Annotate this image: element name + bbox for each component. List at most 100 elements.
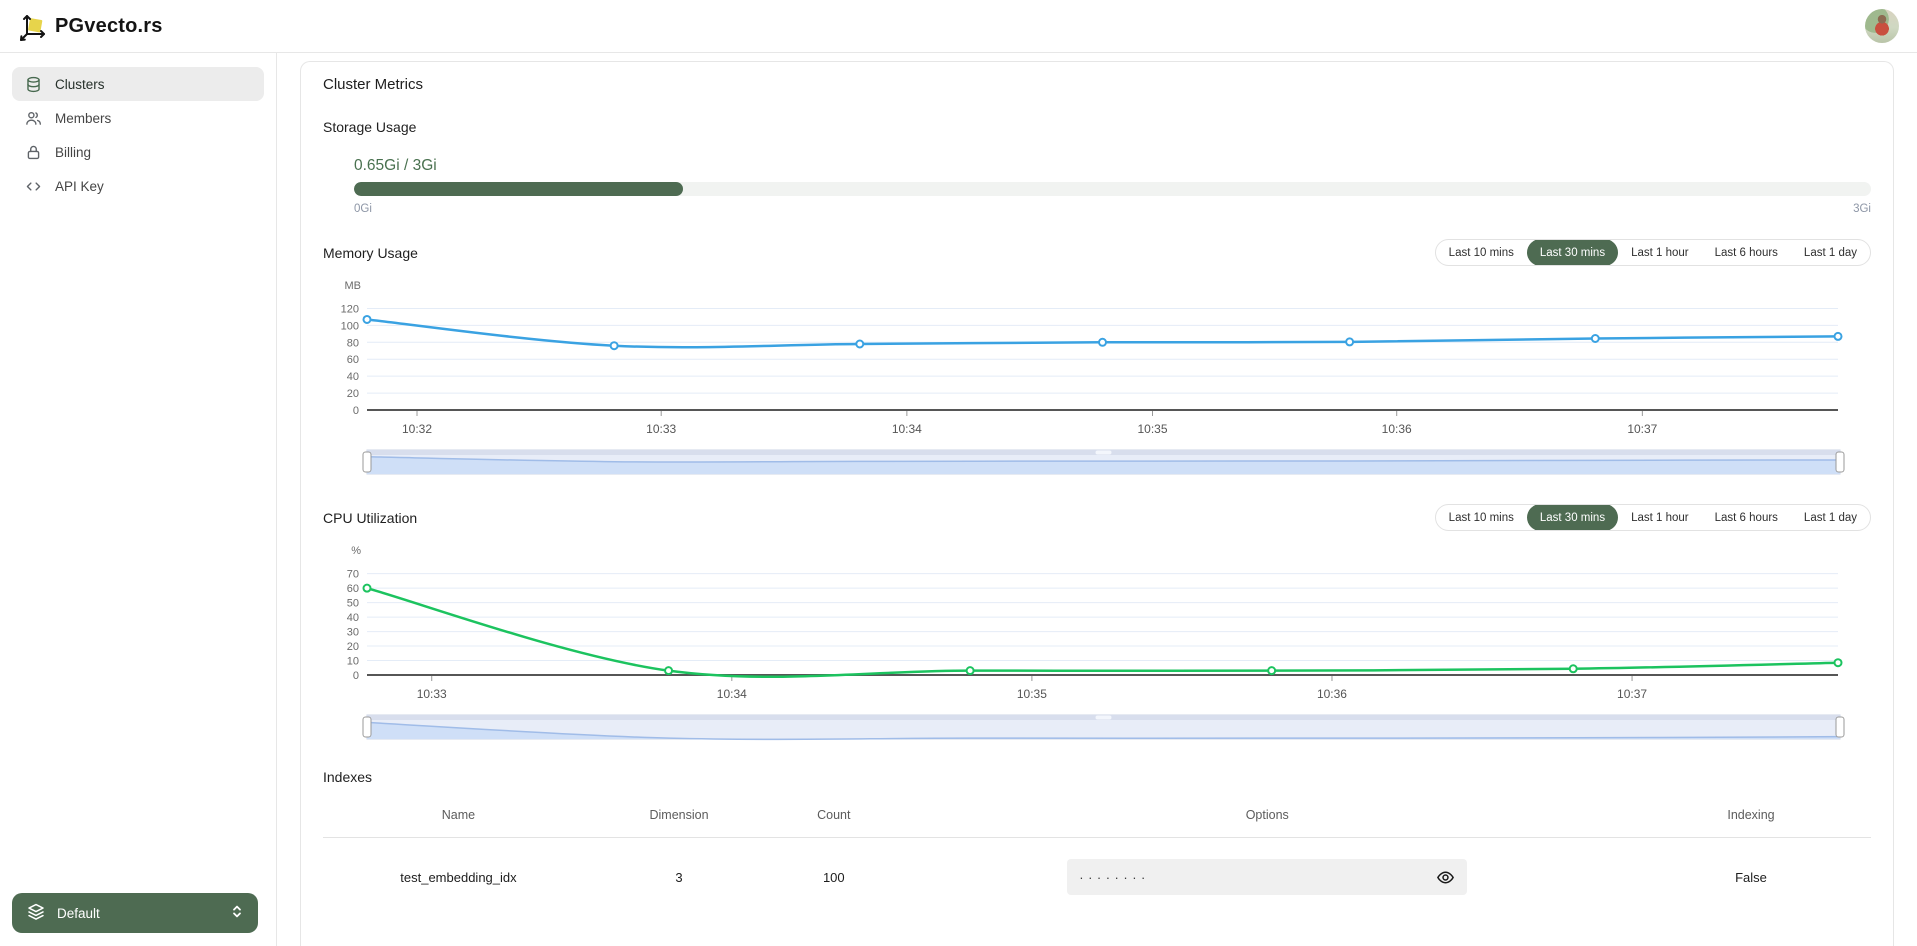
storage-range-labels: 0Gi 3Gi xyxy=(354,203,1871,215)
cpu-utilization-title: CPU Utilization xyxy=(323,510,417,526)
index-options-cell: ········ xyxy=(903,859,1631,895)
svg-text:10:33: 10:33 xyxy=(646,422,676,436)
svg-text:60: 60 xyxy=(347,583,359,595)
memory-time-range-last-1-day[interactable]: Last 1 day xyxy=(1791,239,1870,266)
memory-slider-right-handle[interactable] xyxy=(1836,452,1844,472)
user-avatar[interactable] xyxy=(1865,9,1899,43)
index-count-cell: 100 xyxy=(764,870,903,885)
workspace-switcher-button[interactable]: Default xyxy=(12,893,258,933)
memory-time-range-last-10-mins[interactable]: Last 10 mins xyxy=(1436,239,1527,266)
cpu_percent-point xyxy=(364,585,371,592)
memory-time-range-last-30-mins[interactable]: Last 30 mins xyxy=(1527,239,1618,266)
logo-text: PGvecto.rs xyxy=(55,15,163,38)
lock-icon xyxy=(25,144,42,161)
svg-text:10:35: 10:35 xyxy=(1017,687,1047,701)
column-header-indexing: Indexing xyxy=(1631,808,1871,822)
cpu-chart-svg: %01020304050607010:3310:3410:3510:3610:3… xyxy=(323,541,1842,709)
svg-text:%: % xyxy=(351,545,361,557)
cpu-zoom-slider-svg[interactable] xyxy=(323,713,1842,743)
options-masked-value: ········ xyxy=(1079,870,1436,885)
memory-time-range-last-6-hours[interactable]: Last 6 hours xyxy=(1702,239,1791,266)
cpu-time-range-group: Last 10 minsLast 30 minsLast 1 hourLast … xyxy=(1435,504,1871,531)
sidebar-nav: Clusters Members Billing API Key xyxy=(12,67,264,203)
cpu_percent-point xyxy=(967,667,974,674)
svg-text:40: 40 xyxy=(347,612,359,624)
indexes-table-body: test_embedding_idx3100········False xyxy=(323,838,1871,916)
layers-icon xyxy=(26,902,46,925)
memory_mb-point xyxy=(1346,338,1353,345)
memory-time-range-last-1-hour[interactable]: Last 1 hour xyxy=(1618,239,1702,266)
chevron-up-down-icon xyxy=(230,904,244,922)
page-title: Cluster Metrics xyxy=(323,76,1871,93)
memory-slider-left-handle[interactable] xyxy=(363,452,371,472)
svg-text:10:35: 10:35 xyxy=(1137,422,1167,436)
database-icon xyxy=(25,76,42,93)
pgvecto-cube-axes-icon xyxy=(18,10,48,42)
cpu_percent-line xyxy=(367,588,1838,677)
users-icon xyxy=(25,110,42,127)
memory-usage-title: Memory Usage xyxy=(323,245,418,261)
cpu-utilization-chart: %01020304050607010:3310:3410:3510:3610:3… xyxy=(323,541,1871,709)
sidebar: Clusters Members Billing API Key Default xyxy=(0,53,277,946)
sidebar-item-billing[interactable]: Billing xyxy=(12,135,264,169)
svg-text:100: 100 xyxy=(341,320,359,332)
sidebar-item-label: API Key xyxy=(55,179,104,194)
sidebar-item-clusters[interactable]: Clusters xyxy=(12,67,264,101)
reveal-options-button[interactable] xyxy=(1436,868,1455,887)
cpu_percent-point xyxy=(1570,665,1577,672)
memory-time-range-group: Last 10 minsLast 30 minsLast 1 hourLast … xyxy=(1435,239,1871,266)
sidebar-item-members[interactable]: Members xyxy=(12,101,264,135)
top-header: PGvecto.rs xyxy=(0,0,1917,53)
storage-max-label: 3Gi xyxy=(1853,203,1871,215)
cpu-time-range-last-10-mins[interactable]: Last 10 mins xyxy=(1436,504,1527,531)
code-icon xyxy=(25,178,42,195)
cpu-time-range-last-1-day[interactable]: Last 1 day xyxy=(1791,504,1870,531)
memory_mb-point xyxy=(856,341,863,348)
svg-text:10:36: 10:36 xyxy=(1382,422,1412,436)
memory-section-header: Memory Usage Last 10 minsLast 30 minsLas… xyxy=(323,239,1871,266)
memory-slider-drag-bar[interactable] xyxy=(1096,451,1112,455)
svg-text:0: 0 xyxy=(353,670,359,682)
svg-text:10:32: 10:32 xyxy=(402,422,432,436)
memory_mb-point xyxy=(1835,333,1842,340)
memory_mb-point xyxy=(611,342,618,349)
memory-chart-zoom-slider[interactable] xyxy=(323,448,1871,478)
svg-text:MB: MB xyxy=(345,280,362,292)
cpu-time-range-last-6-hours[interactable]: Last 6 hours xyxy=(1702,504,1791,531)
index-indexing-cell: False xyxy=(1631,870,1871,885)
cpu_percent-point xyxy=(665,667,672,674)
memory_mb-point xyxy=(1592,335,1599,342)
indexes-title: Indexes xyxy=(323,769,1871,785)
svg-text:0: 0 xyxy=(353,405,359,417)
cpu_percent-point xyxy=(1835,659,1842,666)
svg-text:10:33: 10:33 xyxy=(417,687,447,701)
svg-text:80: 80 xyxy=(347,337,359,349)
svg-text:10:36: 10:36 xyxy=(1317,687,1347,701)
cpu_percent-point xyxy=(1268,667,1275,674)
app-logo[interactable]: PGvecto.rs xyxy=(18,10,163,42)
svg-text:10:34: 10:34 xyxy=(892,422,922,436)
memory-usage-chart: MB02040608010012010:3210:3310:3410:3510:… xyxy=(323,276,1871,444)
eye-icon xyxy=(1436,868,1455,887)
sidebar-item-label: Billing xyxy=(55,145,91,160)
svg-text:20: 20 xyxy=(347,641,359,653)
sidebar-item-label: Members xyxy=(55,111,111,126)
cpu-slider-left-handle[interactable] xyxy=(363,717,371,737)
cpu-slider-right-handle[interactable] xyxy=(1836,717,1844,737)
index-table-row: test_embedding_idx3100········False xyxy=(323,838,1871,916)
storage-min-label: 0Gi xyxy=(354,203,372,215)
indexes-table-header: NameDimensionCountOptionsIndexing xyxy=(323,795,1871,838)
memory-zoom-slider-svg[interactable] xyxy=(323,448,1842,478)
cpu-time-range-last-1-hour[interactable]: Last 1 hour xyxy=(1618,504,1702,531)
main-content-panel: Cluster Metrics Storage Usage 0.65Gi / 3… xyxy=(300,61,1894,946)
column-header-name: Name xyxy=(323,808,594,822)
cpu-section-header: CPU Utilization Last 10 minsLast 30 mins… xyxy=(323,504,1871,531)
sidebar-item-label: Clusters xyxy=(55,77,105,92)
cpu-time-range-last-30-mins[interactable]: Last 30 mins xyxy=(1527,504,1618,531)
cpu-slider-drag-bar[interactable] xyxy=(1096,716,1112,720)
svg-text:30: 30 xyxy=(347,627,359,639)
cpu-chart-zoom-slider[interactable] xyxy=(323,713,1871,743)
index-dimension-cell: 3 xyxy=(594,870,764,885)
svg-text:10: 10 xyxy=(347,656,359,668)
sidebar-item-api-key[interactable]: API Key xyxy=(12,169,264,203)
